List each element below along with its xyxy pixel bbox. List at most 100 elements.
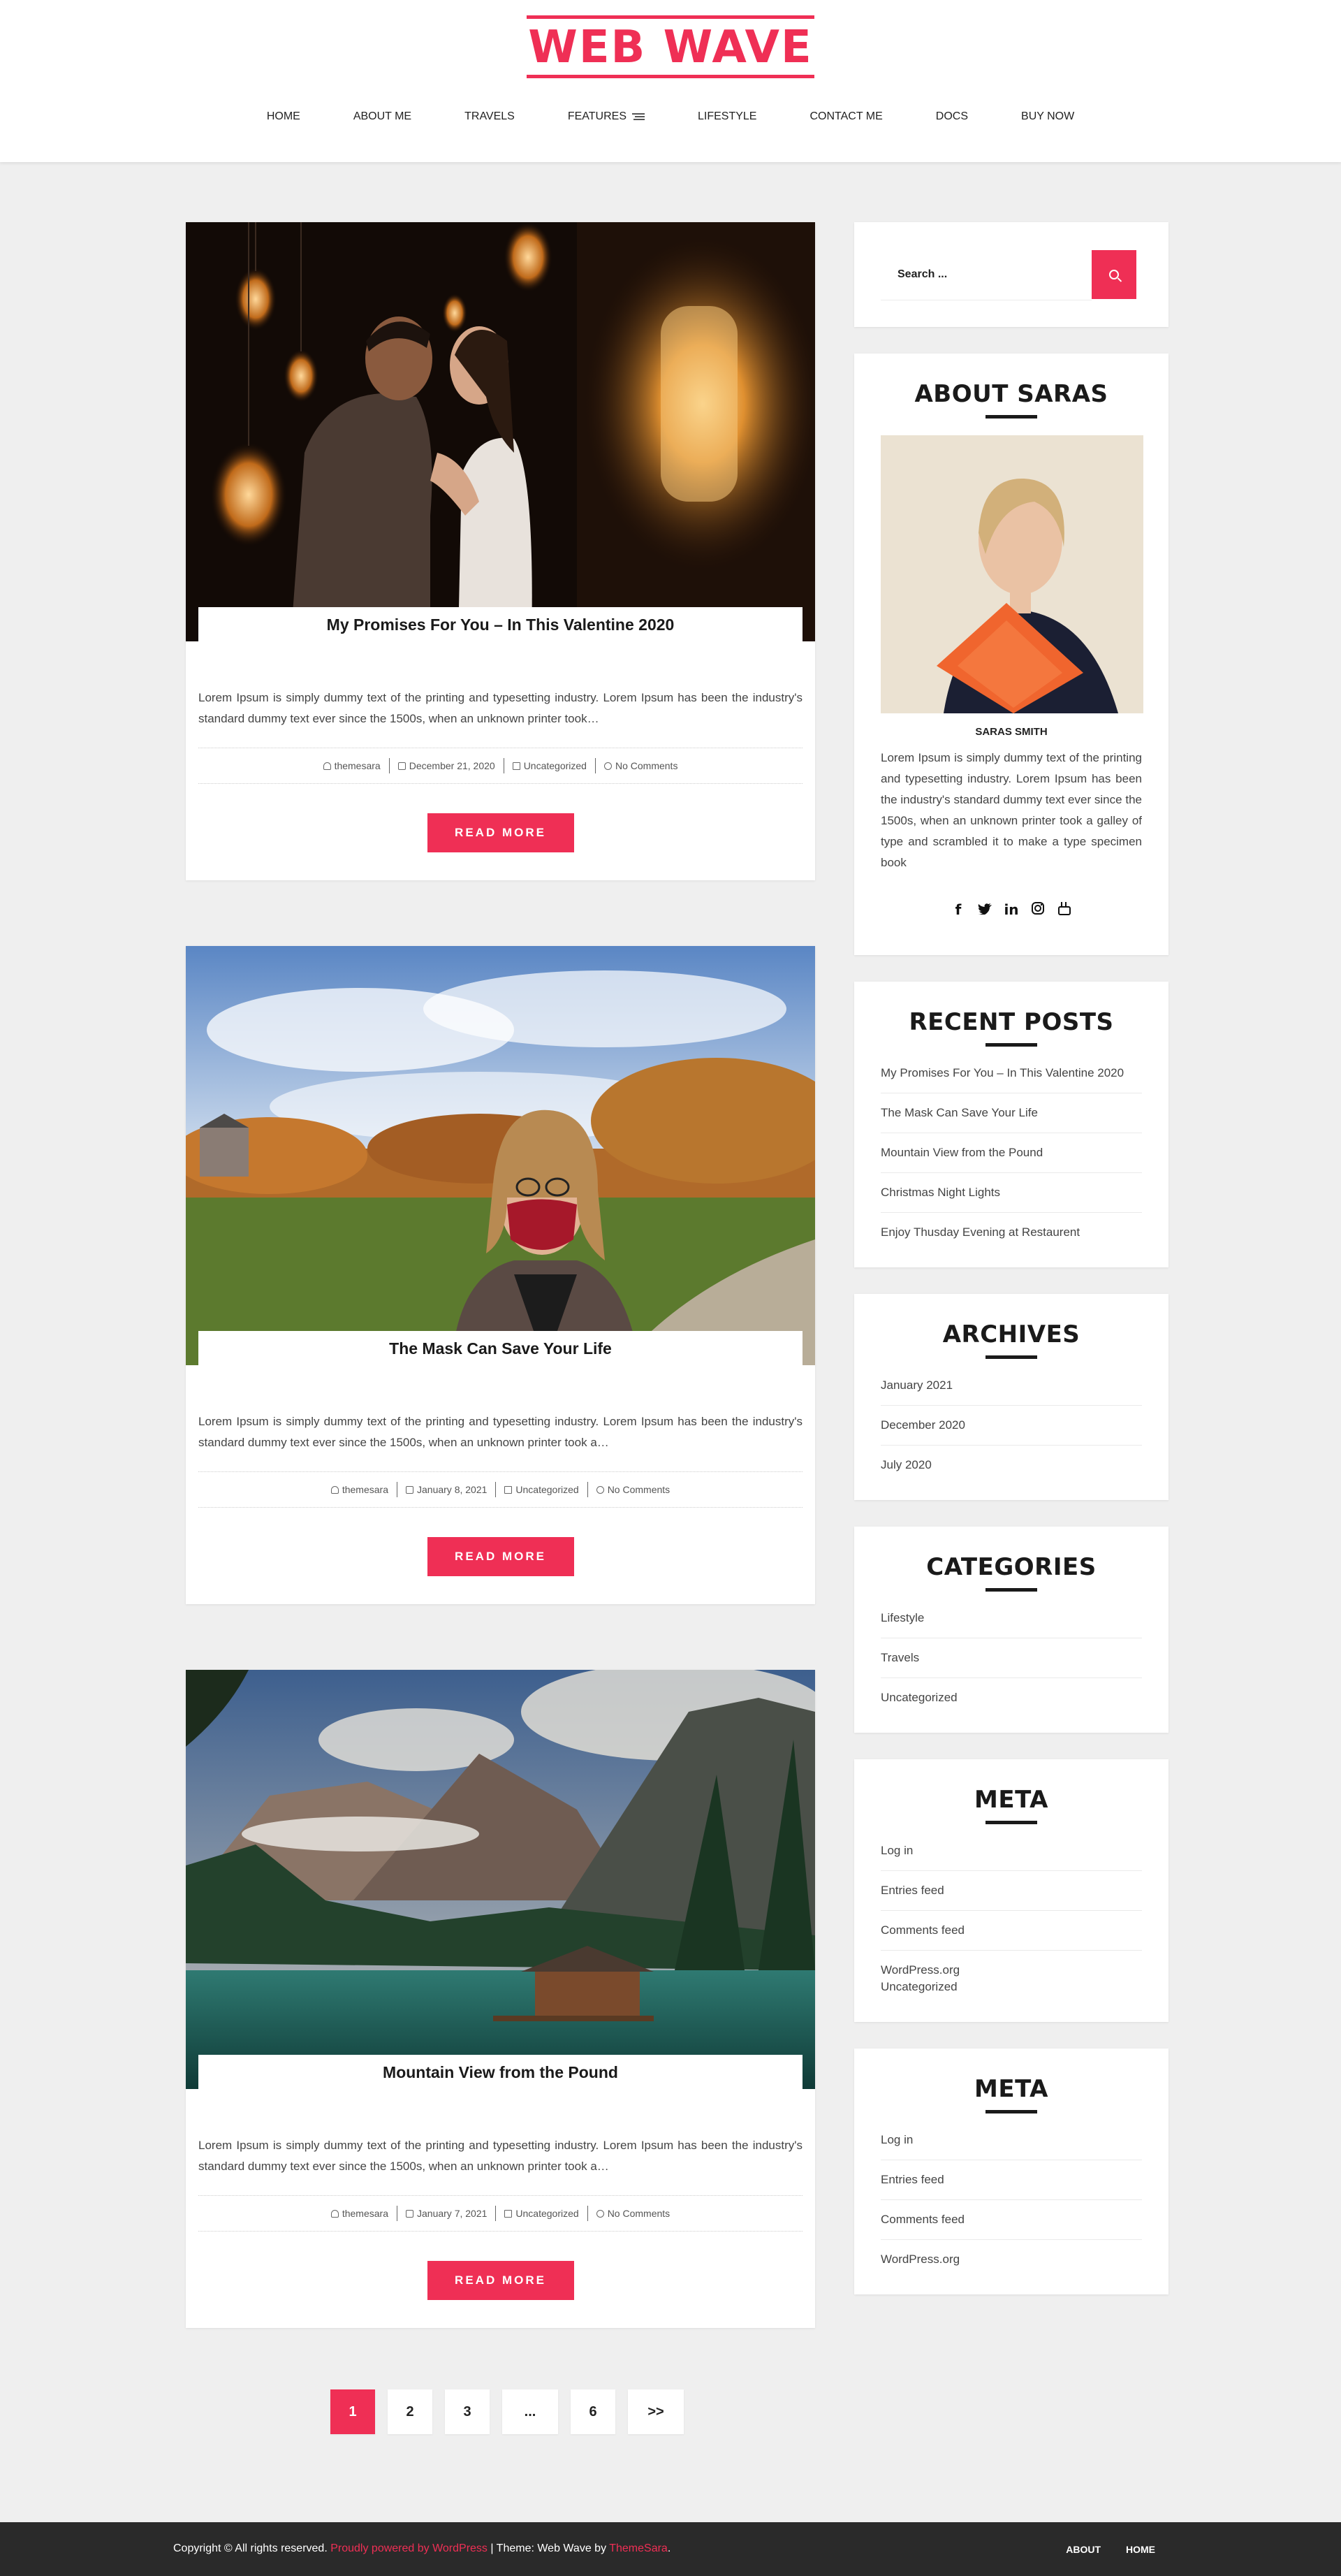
read-more-button[interactable]: READ MORE (427, 1537, 574, 1576)
archive-link[interactable]: January 2021 (881, 1378, 953, 1392)
meta-link-entries-feed[interactable]: Entries feed (881, 1884, 944, 1897)
nav-travels[interactable]: TRAVELS (438, 110, 541, 123)
meta-link-login[interactable]: Log in (881, 2133, 913, 2146)
calendar-icon (397, 762, 406, 770)
post-card: The Mask Can Save Your Life Lorem Ipsum … (186, 946, 815, 1604)
site-footer: Copyright © All rights reserved. Proudly… (0, 2522, 1341, 2576)
page-3[interactable]: 3 (445, 2389, 490, 2434)
footer-copyright: Copyright © All rights reserved. Proudly… (173, 2542, 670, 2555)
twitter-icon[interactable] (977, 901, 992, 919)
recent-post-link[interactable]: My Promises For You – In This Valentine … (881, 1066, 1124, 1079)
user-icon (330, 1485, 339, 1494)
calendar-icon (406, 1485, 413, 1494)
youtube-icon[interactable] (1057, 901, 1072, 919)
widget-title: RECENT POSTS (909, 1008, 1114, 1036)
about-photo (881, 435, 1143, 713)
post-date[interactable]: January 7, 2021 (417, 2208, 487, 2219)
nav-lifestyle[interactable]: LIFESTYLE (671, 110, 783, 123)
nav-features[interactable]: FEATURES (541, 110, 671, 123)
main-nav: HOME ABOUT ME TRAVELS FEATURES LIFESTYLE… (0, 110, 1341, 123)
theme-text: | Theme: Web Wave by (487, 2542, 610, 2554)
widget-title: META (974, 1786, 1048, 1814)
post-comments[interactable]: No Comments (608, 2208, 670, 2219)
post-title[interactable]: The Mask Can Save Your Life (389, 1339, 612, 1358)
user-icon (330, 2209, 339, 2218)
archive-link[interactable]: July 2020 (881, 1458, 932, 1471)
nav-buy-now[interactable]: BUY NOW (995, 110, 1101, 123)
search-button[interactable] (1092, 250, 1136, 299)
page-1[interactable]: 1 (330, 2389, 375, 2434)
nav-contact-me[interactable]: CONTACT ME (783, 110, 909, 123)
site-logo[interactable]: WEB WAVE (527, 15, 814, 78)
read-more-button[interactable]: READ MORE (427, 2261, 574, 2300)
post-author[interactable]: themesara (342, 2208, 388, 2219)
meta-link-entries-feed[interactable]: Entries feed (881, 2173, 944, 2186)
recent-post-link[interactable]: Mountain View from the Pound (881, 1146, 1043, 1159)
submenu-icon (632, 112, 645, 121)
widget-title: ABOUT SARAS (914, 380, 1108, 408)
post-date[interactable]: January 8, 2021 (417, 1484, 487, 1495)
meta-link-wordpress[interactable]: WordPress.org (881, 2253, 960, 2266)
category-link[interactable]: Uncategorized (881, 1691, 958, 1704)
read-more-button[interactable]: READ MORE (427, 813, 574, 852)
next-page-button[interactable]: >> (628, 2389, 684, 2434)
post-excerpt: Lorem Ipsum is simply dummy text of the … (198, 2139, 803, 2173)
page-2[interactable]: 2 (388, 2389, 432, 2434)
post-title[interactable]: My Promises For You – In This Valentine … (327, 616, 675, 634)
linkedin-icon[interactable]: in (1004, 901, 1019, 919)
footer-link-about[interactable]: ABOUT (1066, 2544, 1101, 2555)
nav-about-me[interactable]: ABOUT ME (327, 110, 438, 123)
meta-widget: META Log in Entries feed Comments feed W… (854, 2049, 1168, 2294)
nav-docs[interactable]: DOCS (909, 110, 995, 123)
post-category[interactable]: Uncategorized (515, 1484, 578, 1495)
copyright-text: Copyright © All rights reserved. (173, 2542, 328, 2554)
categories-widget: CATEGORIES Lifestyle Travels Uncategoriz… (854, 1527, 1168, 1733)
post-title-box: Mountain View from the Pound (198, 2055, 803, 2090)
meta-link-comments-feed[interactable]: Comments feed (881, 1923, 965, 1937)
post-card: My Promises For You – In This Valentine … (186, 222, 815, 880)
folder-icon (512, 762, 520, 770)
post-meta: themesara January 7, 2021 Uncategorized … (198, 2195, 803, 2232)
post-image[interactable] (186, 1670, 815, 2089)
archive-link[interactable]: December 2020 (881, 1418, 965, 1432)
post-title[interactable]: Mountain View from the Pound (383, 2063, 618, 2082)
comment-icon (603, 762, 612, 770)
page-ellipsis: ... (502, 2389, 558, 2434)
widget-title: ARCHIVES (942, 1320, 1080, 1348)
post-list: My Promises For You – In This Valentine … (186, 222, 815, 2394)
post-excerpt: Lorem Ipsum is simply dummy text of the … (198, 1415, 803, 1449)
search-icon (1109, 270, 1119, 279)
post-image[interactable] (186, 946, 815, 1365)
meta-link-uncategorized[interactable]: Uncategorized (881, 1980, 958, 1993)
page-6[interactable]: 6 (571, 2389, 615, 2434)
nav-home[interactable]: HOME (240, 110, 327, 123)
comment-icon (596, 1485, 604, 1494)
post-author[interactable]: themesara (335, 760, 381, 771)
recent-post-link[interactable]: Enjoy Thusday Evening at Restaurent (881, 1225, 1080, 1239)
recent-post-link[interactable]: The Mask Can Save Your Life (881, 1106, 1038, 1119)
meta-link-wordpress[interactable]: WordPress.org (881, 1963, 960, 1977)
category-link[interactable]: Lifestyle (881, 1611, 924, 1624)
footer-nav: ABOUT HOME (1066, 2544, 1155, 2555)
post-date[interactable]: December 21, 2020 (409, 760, 495, 771)
post-category[interactable]: Uncategorized (524, 760, 587, 771)
recent-post-link[interactable]: Christmas Night Lights (881, 1186, 1000, 1199)
themesara-link[interactable]: ThemeSara (609, 2542, 668, 2554)
search-input[interactable] (881, 249, 1092, 300)
category-link[interactable]: Travels (881, 1651, 919, 1664)
post-author[interactable]: themesara (342, 1484, 388, 1495)
site-header: WEB WAVE HOME ABOUT ME TRAVELS FEATURES … (0, 0, 1341, 162)
wordpress-link[interactable]: Proudly powered by WordPress (330, 2542, 488, 2554)
post-category[interactable]: Uncategorized (515, 2208, 578, 2219)
about-widget: ABOUT SARAS SARAS SMITH Lorem Ipsum is s… (854, 354, 1168, 955)
nav-features-label: FEATURES (567, 110, 626, 122)
post-image[interactable] (186, 222, 815, 641)
post-comments[interactable]: No Comments (615, 760, 677, 771)
search-widget (854, 222, 1168, 327)
instagram-icon[interactable] (1030, 901, 1046, 919)
post-comments[interactable]: No Comments (608, 1484, 670, 1495)
meta-link-login[interactable]: Log in (881, 1844, 913, 1857)
meta-link-comments-feed[interactable]: Comments feed (881, 2213, 965, 2226)
footer-link-home[interactable]: HOME (1126, 2544, 1155, 2555)
facebook-icon[interactable]: f (951, 901, 966, 919)
